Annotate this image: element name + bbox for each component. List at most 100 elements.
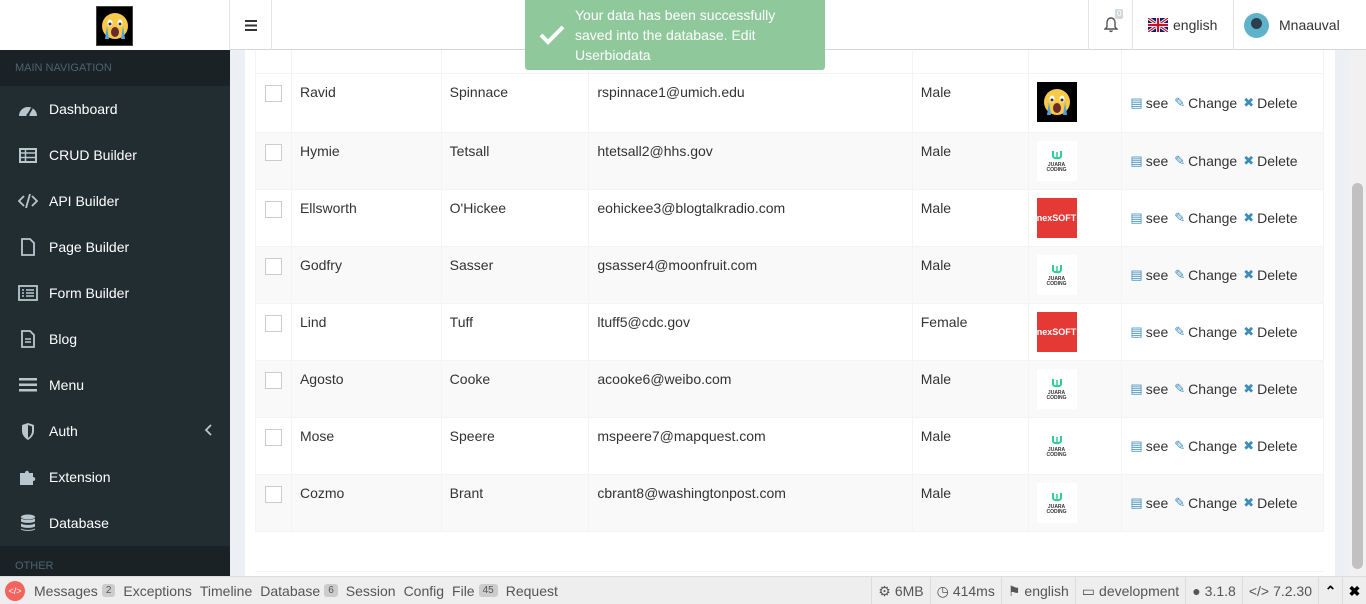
sidebar-item-menu[interactable]: Menu [0, 362, 230, 408]
juara-coding-logo-image[interactable]: JUARA CODING [1036, 255, 1077, 295]
php-version-stat[interactable]: </> 7.2.30 [1241, 577, 1318, 604]
time-stat[interactable]: ◷ 414ms [929, 577, 1001, 604]
nexsoft-logo-image[interactable]: nexSOFT [1036, 198, 1077, 238]
debug-tab-file[interactable]: File 45 [448, 583, 502, 599]
checkbox-cell [256, 133, 292, 189]
debug-tab-session[interactable]: Session [342, 583, 400, 599]
email-cell: rspinnace1@umich.edu [589, 74, 913, 132]
delete-button[interactable]: ✖ Delete [1243, 485, 1297, 521]
see-button[interactable]: ▤ see [1130, 200, 1168, 236]
delete-label: Delete [1257, 210, 1298, 226]
see-button[interactable]: ▤ see [1130, 371, 1168, 407]
edit-icon: ✎ [1174, 438, 1186, 453]
change-button[interactable]: ✎ Change [1174, 371, 1237, 407]
debug-tab-database[interactable]: Database 6 [256, 583, 342, 599]
sidebar-item-label: Form Builder [49, 285, 130, 301]
environment-stat[interactable]: ▭ development [1074, 577, 1185, 604]
sidebar-item-api-builder[interactable]: API Builder [0, 178, 230, 224]
row-checkbox[interactable] [264, 201, 282, 218]
debug-close-button[interactable]: ✖ [1342, 577, 1366, 604]
row-checkbox[interactable] [264, 144, 282, 161]
juara-coding-logo-image[interactable]: JUARA CODING [1036, 483, 1077, 523]
checkbox-cell [256, 190, 292, 246]
delete-button[interactable]: ✖ Delete [1243, 84, 1297, 122]
row-checkbox[interactable] [264, 372, 282, 389]
crying-face-logo[interactable] [96, 6, 133, 46]
juara-coding-logo-image[interactable]: JUARA CODING [1036, 141, 1077, 181]
sidebar-item-form-builder[interactable]: Form Builder [0, 270, 230, 316]
change-button[interactable]: ✎ Change [1174, 485, 1237, 521]
sidebar-item-auth[interactable]: Auth [0, 408, 230, 454]
change-button[interactable]: ✎ Change [1174, 143, 1237, 179]
scrollbar-thumb[interactable] [1352, 183, 1363, 569]
debug-maximize-button[interactable]: ⌃ [1318, 577, 1342, 604]
change-button[interactable]: ✎ Change [1174, 428, 1237, 464]
change-button[interactable]: ✎ Change [1174, 257, 1237, 293]
memory-stat[interactable]: ⚙ 6MB [871, 577, 929, 604]
user-menu[interactable]: Mnaauval [1233, 0, 1366, 50]
see-button[interactable]: ▤ see [1130, 257, 1168, 293]
sidebar-item-blog[interactable]: Blog [0, 316, 230, 362]
logo-area[interactable] [0, 0, 230, 50]
version-stat[interactable]: ● 3.1.8 [1185, 577, 1242, 604]
email-cell: mspeere7@mapquest.com [589, 418, 913, 474]
page-scrollbar[interactable] [1349, 50, 1366, 576]
delete-button[interactable]: ✖ Delete [1243, 257, 1297, 293]
crying-face-image[interactable] [1036, 82, 1077, 122]
debug-tab-timeline[interactable]: Timeline [196, 583, 256, 599]
sidebar-item-crud-builder[interactable]: CRUD Builder [0, 132, 230, 178]
actions-cell: ▤ see ✎ Change ✖ Delete [1122, 190, 1323, 246]
table-footer-divider [255, 571, 1324, 572]
change-button[interactable]: ✎ Change [1174, 314, 1237, 350]
list-alt-icon: ▤ [1130, 324, 1143, 339]
language-selector[interactable]: english [1132, 0, 1233, 50]
edit-icon: ✎ [1174, 153, 1186, 168]
see-button[interactable]: ▤ see [1130, 485, 1168, 521]
delete-button[interactable]: ✖ Delete [1243, 200, 1297, 236]
edit-icon: ✎ [1174, 495, 1186, 510]
row-checkbox[interactable] [264, 486, 282, 503]
see-button[interactable]: ▤ see [1130, 84, 1168, 122]
notifications-button[interactable]: 0 [1088, 0, 1132, 50]
sidebar-item-extension[interactable]: Extension [0, 454, 230, 500]
sidebar-toggle-button[interactable] [230, 0, 272, 50]
locale-stat[interactable]: ⚑ english [1000, 577, 1075, 604]
row-checkbox[interactable] [264, 258, 282, 275]
chevron-up-icon: ⌃ [1324, 582, 1337, 599]
sidebar-item-label: API Builder [49, 193, 120, 209]
see-button[interactable]: ▤ see [1130, 143, 1168, 179]
delete-label: Delete [1257, 153, 1298, 169]
juara-coding-logo-image[interactable]: JUARA CODING [1036, 369, 1077, 409]
image-cell [1029, 74, 1123, 132]
see-button[interactable]: ▤ see [1130, 428, 1168, 464]
debug-tab-exceptions[interactable]: Exceptions [119, 583, 195, 599]
image-cell: nexSOFT [1029, 304, 1123, 360]
debug-tab-request[interactable]: Request [502, 583, 562, 599]
nexsoft-logo-image[interactable]: nexSOFT [1036, 312, 1077, 352]
sidebar-item-database[interactable]: Database [0, 500, 230, 546]
edit-icon: ✎ [1174, 267, 1186, 282]
close-icon: ✖ [1243, 210, 1255, 225]
juara-logo-text-bottom: CODING [1046, 509, 1067, 515]
table-row: Lind Tuff ltuff5@cdc.gov Female nexSOFT ▤ see ✎… [255, 304, 1324, 361]
row-checkbox[interactable] [264, 429, 282, 446]
edit-icon: ✎ [1174, 95, 1186, 110]
debugbar-logo[interactable]: </> [0, 577, 30, 604]
debug-tab-messages[interactable]: Messages 2 [30, 583, 119, 599]
change-button[interactable]: ✎ Change [1174, 200, 1237, 236]
debug-tab-config[interactable]: Config [400, 583, 448, 599]
checkbox-cell [256, 304, 292, 360]
success-toast[interactable]: Your data has been successfully saved in… [525, 0, 825, 70]
delete-button[interactable]: ✖ Delete [1243, 143, 1297, 179]
juara-coding-logo-image[interactable]: JUARA CODING [1036, 426, 1077, 466]
delete-button[interactable]: ✖ Delete [1243, 428, 1297, 464]
delete-button[interactable]: ✖ Delete [1243, 371, 1297, 407]
see-button[interactable]: ▤ see [1130, 314, 1168, 350]
row-checkbox[interactable] [264, 315, 282, 332]
close-icon: ✖ [1243, 95, 1255, 110]
delete-button[interactable]: ✖ Delete [1243, 314, 1297, 350]
sidebar-item-dashboard[interactable]: Dashboard [0, 86, 230, 132]
sidebar-item-page-builder[interactable]: Page Builder [0, 224, 230, 270]
change-button[interactable]: ✎ Change [1174, 84, 1237, 122]
row-checkbox[interactable] [264, 85, 282, 102]
